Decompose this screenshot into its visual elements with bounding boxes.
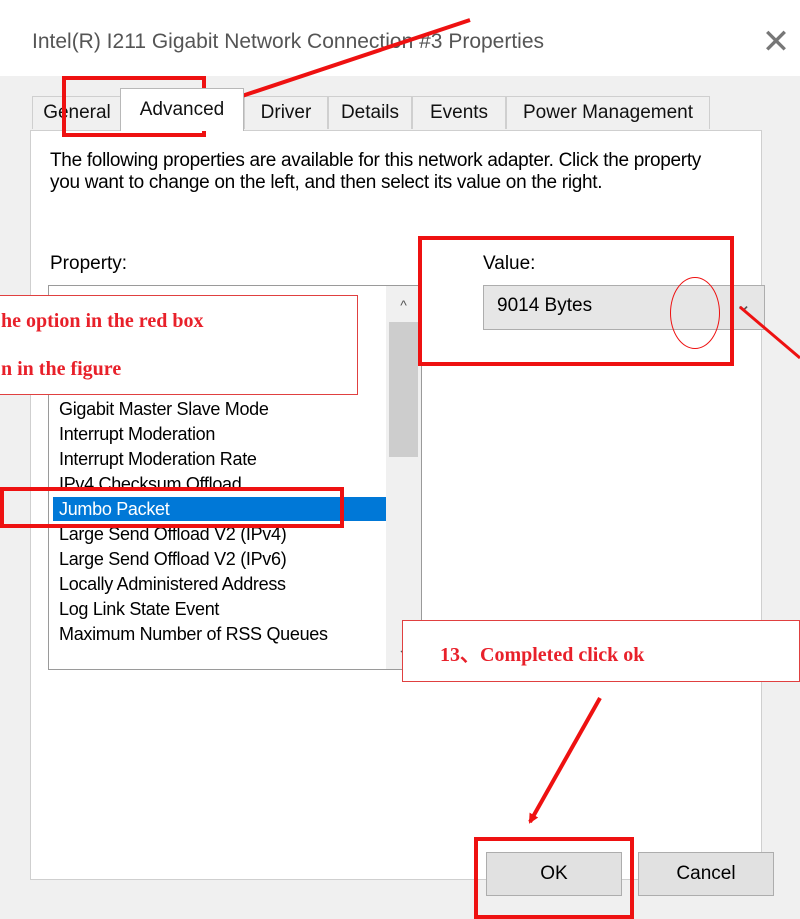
arrow-to-ok-button: [528, 697, 602, 824]
arrow-to-advanced-tab: [228, 18, 471, 103]
annotation-arrows: [228, 18, 800, 824]
arrow-from-circle: [739, 305, 800, 360]
tab-advanced[interactable]: Advanced: [120, 88, 244, 131]
